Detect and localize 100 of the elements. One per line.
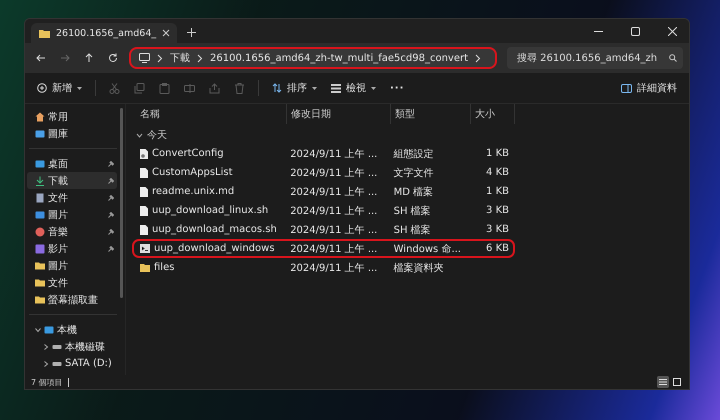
sidebar-item[interactable]: 文件 (27, 274, 117, 291)
sidebar-label: 文件 (48, 192, 68, 204)
tab-title: 26100.1656_amd64_ (56, 28, 156, 38)
close-icon[interactable] (162, 29, 170, 37)
modified-date: 2024/9/11 上午 ... (289, 148, 378, 160)
sidebar-item[interactable]: 影片 (27, 240, 117, 257)
sidebar-label: 下載 (48, 174, 68, 188)
chevron-right-icon (475, 54, 482, 62)
file-name: CustomAppsList (152, 167, 233, 178)
breadcrumb-link[interactable]: 26100.1656_amd64_zh-tw_multi_fae5cd98_convert (210, 52, 468, 64)
file-row[interactable]: uup_download_windows 2024/9/11 上午 ... Windows 命... 6 KB (132, 239, 515, 258)
details-pane-icon (621, 84, 632, 92)
chevron-right-icon[interactable] (43, 360, 49, 366)
file-row[interactable]: readme.unix.md 2024/9/11 上午 ... MD 檔案 1 KB (132, 182, 515, 201)
search-field[interactable]: 搜尋 26100.1656_amd64_zh (507, 47, 683, 69)
file-name: readme.unix.md (152, 186, 234, 197)
file-size: 3 KB (486, 205, 509, 216)
refresh-icon[interactable] (108, 53, 118, 63)
file-row[interactable]: CustomAppsList 2024/9/11 上午 ... 文字文件 4 KB (132, 163, 515, 182)
file-type: SH 檔案 (392, 204, 432, 218)
download-icon (35, 176, 45, 186)
file-size: 1 KB (486, 148, 509, 159)
back-arrow-icon[interactable] (36, 53, 46, 63)
file-name: ConvertConfig (152, 148, 224, 159)
terminal-file-icon (140, 244, 150, 253)
details-view-toggle[interactable] (657, 376, 669, 388)
sidebar-item[interactable]: 圖片 (27, 257, 117, 274)
home-icon (35, 112, 45, 122)
sidebar-item[interactable]: 本機 (27, 321, 117, 338)
sidebar-item[interactable]: 圖片 (27, 206, 117, 223)
sort-button[interactable]: 排序 (266, 77, 323, 99)
file-name: uup_download_linux.sh (152, 205, 268, 216)
maximize-icon[interactable] (631, 27, 640, 36)
file-row[interactable]: ConvertConfig 2024/9/11 上午 ... 組態設定 1 KB (132, 144, 515, 163)
sidebar-item[interactable]: 圖庫 (27, 125, 117, 142)
file-name: files (154, 262, 174, 273)
breadcrumb-link[interactable]: 下載 (170, 51, 190, 65)
up-arrow-icon[interactable] (84, 53, 94, 63)
sidebar-item[interactable]: 下載 (27, 172, 117, 189)
modified-date: 2024/9/11 上午 ... (289, 242, 378, 256)
modified-date: 2024/9/11 上午 ... (289, 166, 378, 180)
details-button[interactable]: 詳細資料 (615, 77, 683, 99)
sidebar-item[interactable]: 常用 (27, 108, 117, 125)
folder-icon (39, 28, 50, 38)
sidebar-item[interactable]: SATA (D:) (27, 355, 117, 372)
address-bar[interactable]: 下載 26100.1656_amd64_zh-tw_multi_fae5cd98_convert (129, 47, 497, 69)
sidebar-label: SATA (D:) (65, 358, 112, 369)
settings-file-icon (140, 148, 148, 158)
view-button[interactable]: 檢視 (325, 77, 382, 99)
file-type: 檔案資料夾 (392, 262, 445, 274)
browser-tab[interactable]: 26100.1656_amd64_ (31, 23, 177, 43)
column-header[interactable]: 類型 (391, 104, 471, 124)
sidebar-item[interactable]: 文件 (27, 189, 117, 206)
file-size: 6 KB (486, 243, 509, 254)
sidebar-item[interactable]: 桌面 (27, 155, 117, 172)
scrollbar[interactable] (120, 108, 123, 298)
modified-date: 2024/9/11 上午 ... (289, 186, 378, 198)
sidebar-label: 圖片 (48, 260, 68, 272)
search-icon (669, 54, 677, 62)
modified-date: 2024/9/11 上午 ... (289, 204, 378, 218)
sidebar-item[interactable]: 音樂 (27, 223, 117, 240)
list-view-icon (331, 84, 341, 92)
sidebar-label: 影片 (48, 242, 68, 256)
new-button[interactable]: 新增 (31, 77, 88, 99)
column-header[interactable]: 修改日期 (287, 104, 391, 124)
chevron-down-icon[interactable] (35, 326, 41, 332)
sidebar-item[interactable]: 螢幕擷取畫 (27, 291, 117, 308)
file-type: 組態設定 (392, 148, 435, 160)
column-header[interactable]: 大小 (471, 104, 515, 124)
sidebar-item[interactable]: 本機磁碟 (27, 338, 117, 355)
new-tab-icon[interactable] (187, 28, 196, 37)
chevron-right-icon[interactable] (43, 344, 49, 350)
file-name: uup_download_windows (154, 243, 275, 254)
folder-icon (140, 264, 150, 272)
tiles-view-toggle[interactable] (671, 376, 683, 388)
file-type: SH 檔案 (392, 224, 432, 236)
file-size: 3 KB (486, 224, 509, 235)
sort-arrows-icon (272, 83, 282, 93)
close-icon[interactable] (668, 27, 677, 36)
caret-icon (371, 86, 376, 90)
caret-icon (312, 86, 317, 90)
sidebar-label: 本機 (57, 324, 77, 336)
chevron-right-icon (157, 54, 163, 62)
chevron-down-icon[interactable] (136, 132, 143, 138)
file-row[interactable]: uup_download_macos.sh 2024/9/11 上午 ... SH 檔案 3 KB (132, 220, 515, 239)
group-label: 今天 (147, 129, 167, 142)
sidebar-label: 音樂 (48, 226, 68, 238)
file-size: 1 KB (486, 186, 509, 197)
modified-date: 2024/9/11 上午 ... (289, 262, 378, 274)
file-size: 4 KB (486, 167, 509, 178)
caret-icon (77, 86, 82, 90)
file-row[interactable]: files 2024/9/11 上午 ... 檔案資料夾 (132, 258, 515, 277)
sidebar-label: 圖片 (48, 208, 68, 222)
sidebar-label: 桌面 (48, 158, 68, 170)
file-type: Windows 命... (392, 242, 462, 256)
sidebar-label: 本機磁碟 (65, 340, 105, 354)
column-header[interactable]: 名稱 (136, 104, 287, 124)
more-button[interactable]: ··· (384, 78, 410, 98)
sidebar-label: 圖庫 (48, 128, 68, 140)
file-row[interactable]: uup_download_linux.sh 2024/9/11 上午 ... SH 檔案 3 KB (132, 201, 515, 220)
